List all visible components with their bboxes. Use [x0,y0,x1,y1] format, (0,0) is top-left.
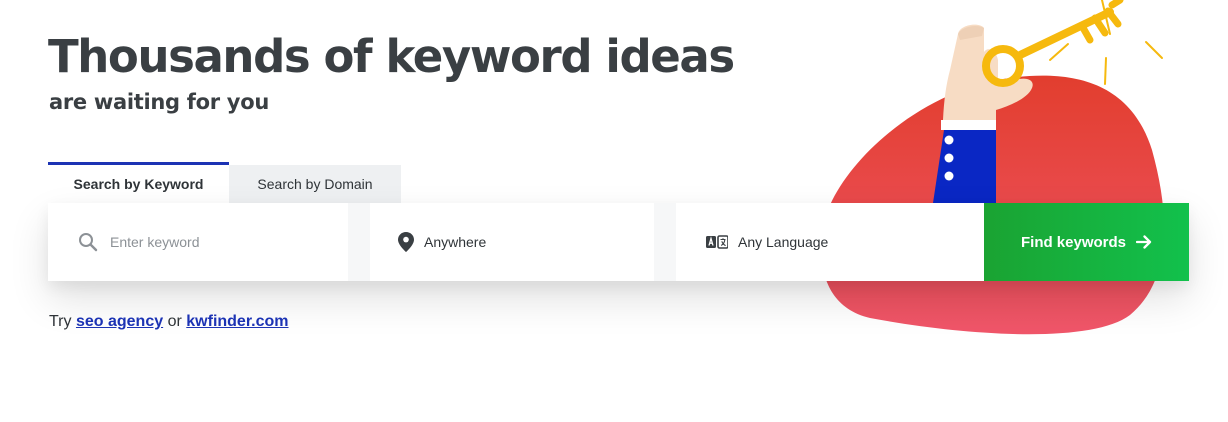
map-pin-icon [398,232,414,252]
arrow-right-icon [1136,234,1152,250]
kwfinder-link[interactable]: kwfinder.com [186,313,288,330]
keyword-field[interactable] [48,203,348,281]
tab-search-by-domain[interactable]: Search by Domain [229,165,401,203]
search-icon [78,232,98,252]
tab-search-by-keyword[interactable]: Search by Keyword [48,162,229,203]
translate-icon [706,235,728,249]
search-form: Anywhere Any Language Find keywords [48,203,1189,281]
find-keywords-button[interactable]: Find keywords [984,203,1189,281]
key-icon [982,0,1124,87]
location-value: Anywhere [424,234,487,250]
language-value: Any Language [738,234,829,250]
language-select[interactable]: Any Language [654,203,960,281]
seo-agency-link[interactable]: seo agency [76,313,163,330]
try-middle: or [167,313,182,330]
page: Thousands of keyword ideas are waiting f… [0,0,1228,422]
keyword-input[interactable] [108,233,332,251]
hero-illustration [821,0,1165,335]
try-prefix: Try [49,313,72,330]
location-select[interactable]: Anywhere [348,203,654,281]
page-title: Thousands of keyword ideas [48,30,735,83]
page-subtitle: are waiting for you [49,90,269,114]
suggestion-line: Try seo agency or kwfinder.com [49,313,289,331]
find-keywords-label: Find keywords [1020,233,1127,251]
search-tabs: Search by Keyword Search by Domain [48,162,401,203]
